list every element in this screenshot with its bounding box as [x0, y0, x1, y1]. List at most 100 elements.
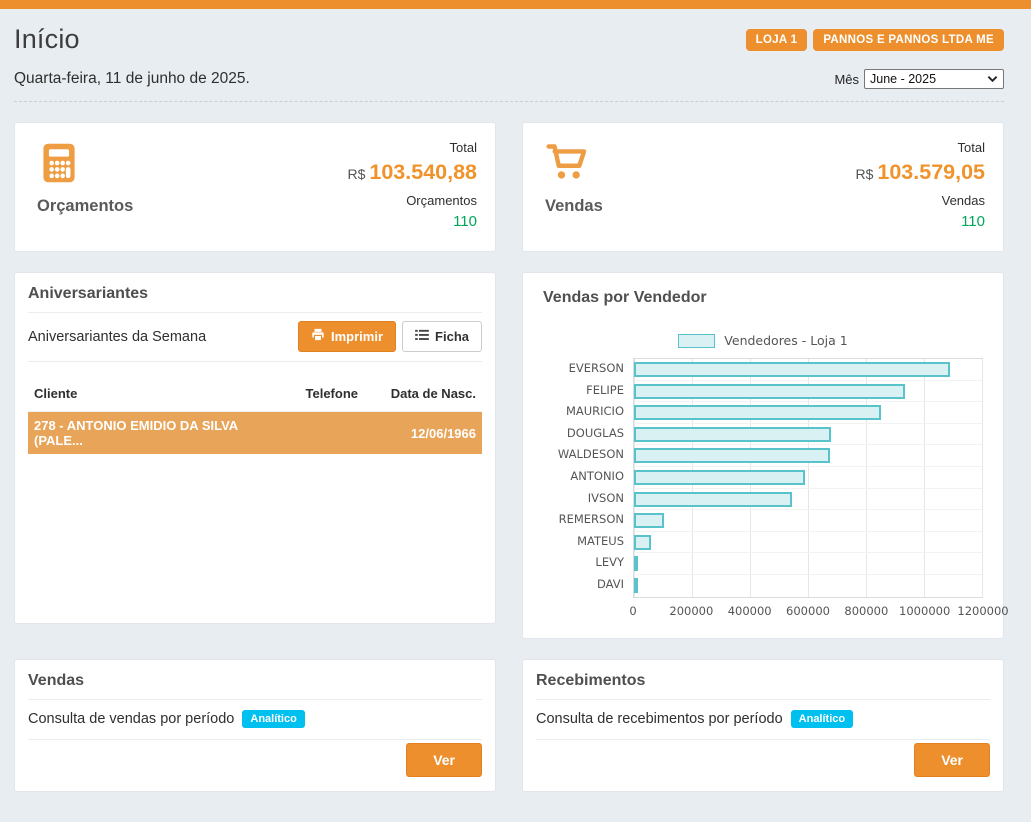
date-row: Quarta-feira, 11 de junho de 2025. Mês J…	[14, 69, 1004, 102]
sales-count-label: Vendas	[855, 190, 985, 212]
sales-summary-left: Vendas	[545, 137, 603, 239]
chart-title: Vendas por Vendedor	[543, 289, 983, 307]
birthdays-title: Aniversariantes	[28, 285, 482, 313]
budgets-count-value: 110	[347, 212, 477, 232]
sales-report-title: Vendas	[28, 672, 482, 700]
chart-bar-row	[634, 553, 982, 575]
sales-report-description: Consulta de vendas por período	[28, 711, 234, 727]
chart-x-tick-label: 200000	[669, 604, 713, 618]
chart-bar[interactable]	[634, 535, 651, 550]
bottom-row: Vendas Consulta de vendas por período An…	[14, 659, 1004, 792]
calculator-icon	[37, 141, 81, 185]
sales-count-value: 110	[855, 212, 985, 232]
column-header-phone: Telefone	[263, 386, 358, 401]
sales-view-button[interactable]: Ver	[406, 743, 482, 777]
page-container: Início LOJA 1 PANNOS E PANNOS LTDA ME Qu…	[0, 24, 1031, 822]
month-select-value: June - 2025	[870, 72, 936, 86]
table-row[interactable]: 278 - ANTONIO EMIDIO DA SILVA (PALE... 1…	[28, 412, 482, 454]
sales-card-label: Vendas	[545, 197, 603, 216]
chart-category-label: DOUGLAS	[543, 423, 633, 445]
receipts-report-description: Consulta de recebimentos por período	[536, 711, 783, 727]
chart-bar-row	[634, 532, 982, 554]
chart-x-axis: 020000040000060000080000010000001200000	[633, 598, 983, 620]
chart-bar[interactable]	[634, 492, 792, 507]
chart-bar-row	[634, 467, 982, 489]
cart-icon	[545, 141, 589, 185]
chevron-down-icon	[987, 72, 998, 86]
chart-bar[interactable]	[634, 556, 638, 571]
chart-bar[interactable]	[634, 362, 950, 377]
month-filter: Mês June - 2025	[834, 69, 1004, 89]
sales-report-description-line: Consulta de vendas por período Analítico	[28, 700, 482, 740]
legend-swatch	[678, 334, 715, 348]
chart-bar-row	[634, 575, 982, 597]
chart-legend: Vendedores - Loja 1	[543, 333, 983, 348]
column-header-client: Cliente	[34, 386, 263, 401]
chart-bar[interactable]	[634, 470, 805, 485]
budgets-currency: R$	[347, 166, 365, 182]
row-birthdate: 12/06/1966	[358, 426, 476, 441]
store-button[interactable]: LOJA 1	[746, 29, 808, 51]
chart-x-tick-label: 0	[629, 604, 636, 618]
chart-bar[interactable]	[634, 427, 831, 442]
column-header-birthdate: Data de Nasc.	[358, 386, 476, 401]
chart-bar-row	[634, 424, 982, 446]
print-button[interactable]: Imprimir	[298, 321, 396, 352]
page-header: Início LOJA 1 PANNOS E PANNOS LTDA ME	[14, 24, 1004, 55]
chart-category-label: EVERSON	[543, 358, 633, 380]
sales-by-seller-card: Vendas por Vendedor Vendedores - Loja 1 …	[522, 272, 1004, 639]
legend-label: Vendedores - Loja 1	[724, 333, 847, 348]
ficha-button-label: Ficha	[435, 329, 469, 344]
chart-category-label: FELIPE	[543, 380, 633, 402]
budgets-amount-line: R$103.540,88	[347, 157, 477, 190]
chart-x-tick-label: 800000	[844, 604, 888, 618]
bar-chart: EVERSONFELIPEMAURICIODOUGLASWALDESONANTO…	[543, 358, 983, 598]
chart-category-label: ANTONIO	[543, 466, 633, 488]
sales-report-footer: Ver	[28, 740, 482, 779]
chart-category-label: WALDESON	[543, 444, 633, 466]
budgets-summary-left: Orçamentos	[37, 137, 133, 239]
month-label: Mês	[834, 72, 859, 87]
sales-total-label: Total	[855, 139, 985, 157]
receipts-view-button[interactable]: Ver	[914, 743, 990, 777]
chart-bar-row	[634, 489, 982, 511]
middle-row: Aniversariantes Aniversariantes da Seman…	[14, 272, 1004, 639]
budgets-amount: 103.540,88	[369, 160, 477, 184]
chart-x-tick-label: 600000	[786, 604, 830, 618]
company-button[interactable]: PANNOS E PANNOS LTDA ME	[813, 29, 1004, 51]
receipts-report-description-line: Consulta de recebimentos por período Ana…	[536, 700, 990, 740]
month-select[interactable]: June - 2025	[864, 69, 1004, 89]
chart-x-tick-label: 400000	[728, 604, 772, 618]
chart-category-label: MATEUS	[543, 531, 633, 553]
chart-bar[interactable]	[634, 578, 638, 593]
sales-summary-values: Total R$103.579,05 Vendas 110	[855, 137, 985, 239]
sales-summary-card: Vendas Total R$103.579,05 Vendas 110	[522, 122, 1004, 252]
chart-bar[interactable]	[634, 513, 664, 528]
chart-bar-row	[634, 445, 982, 467]
chart-bar-row	[634, 359, 982, 381]
ficha-button[interactable]: Ficha	[402, 321, 482, 352]
summary-row: Orçamentos Total R$103.540,88 Orçamentos…	[14, 122, 1004, 252]
sales-amount-line: R$103.579,05	[855, 157, 985, 190]
receipts-analytic-badge: Analítico	[791, 710, 853, 728]
header-badges: LOJA 1 PANNOS E PANNOS LTDA ME	[746, 29, 1004, 51]
chart-y-labels: EVERSONFELIPEMAURICIODOUGLASWALDESONANTO…	[543, 358, 633, 598]
receipts-report-card: Recebimentos Consulta de recebimentos po…	[522, 659, 1004, 792]
receipts-report-title: Recebimentos	[536, 672, 990, 700]
budgets-summary-values: Total R$103.540,88 Orçamentos 110	[347, 137, 477, 239]
chart-category-label: REMERSON	[543, 509, 633, 531]
chart-bar[interactable]	[634, 405, 881, 420]
list-icon	[415, 329, 429, 344]
chart-x-tick-label: 1000000	[899, 604, 950, 618]
birthdays-subtitle: Aniversariantes da Semana	[28, 329, 206, 345]
chart-bar[interactable]	[634, 448, 830, 463]
chart-category-label: LEVY	[543, 552, 633, 574]
chart-category-label: MAURICIO	[543, 401, 633, 423]
page-title: Início	[14, 24, 80, 55]
birthdays-table: Cliente Telefone Data de Nasc. 278 - ANT…	[28, 382, 482, 454]
birthdays-subheader: Aniversariantes da Semana Imprimir	[28, 313, 482, 362]
sales-report-card: Vendas Consulta de vendas por período An…	[14, 659, 496, 792]
budgets-summary-card: Orçamentos Total R$103.540,88 Orçamentos…	[14, 122, 496, 252]
chart-bar[interactable]	[634, 384, 905, 399]
chart-gridline	[982, 359, 983, 597]
